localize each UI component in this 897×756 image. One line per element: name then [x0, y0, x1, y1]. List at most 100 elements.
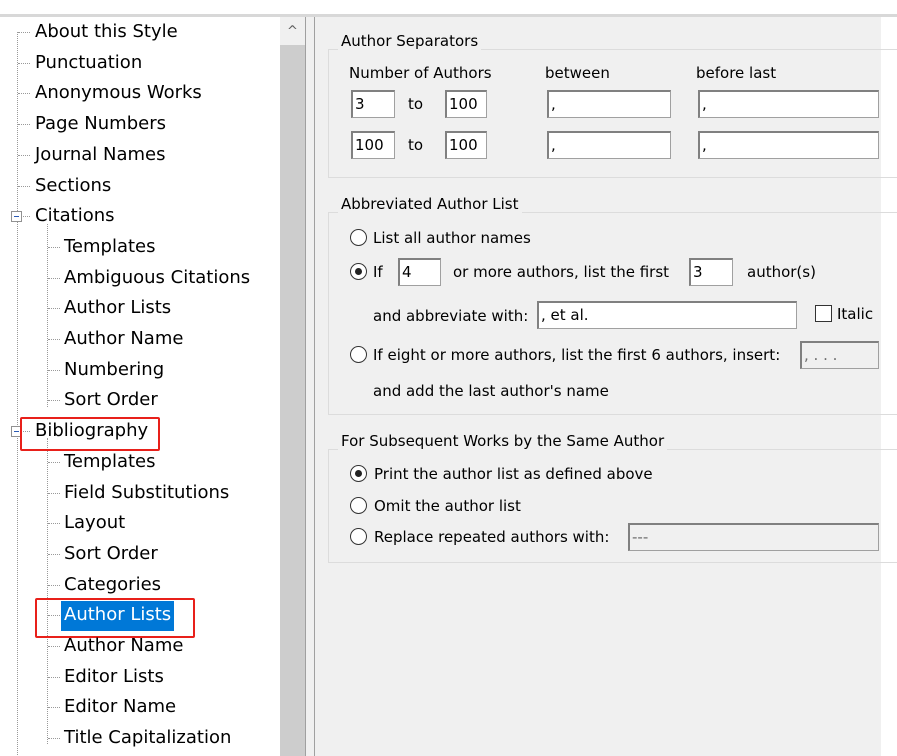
replace-authors-radio[interactable] [350, 528, 367, 545]
tree-connector [48, 400, 60, 402]
tree-connector [48, 707, 60, 709]
tree-connector [48, 738, 60, 740]
tree-item[interactable]: Sections [0, 172, 280, 202]
scroll-up-icon[interactable]: ^ [280, 17, 305, 45]
if-more-authors-radio[interactable] [350, 263, 367, 280]
omit-author-list-label: Omit the author list [374, 497, 521, 515]
tree-item-label: Templates [64, 450, 156, 472]
tree-connector [48, 523, 60, 525]
tree-item[interactable]: Field Substitutions [0, 479, 280, 509]
first-count-input[interactable]: 3 [689, 258, 733, 286]
print-author-list-label: Print the author list as defined above [374, 465, 653, 483]
tree-item[interactable]: Editor Lists [0, 663, 280, 693]
if-label: If [373, 263, 383, 281]
tree-item-label: Numbering [64, 358, 165, 380]
tree-item-label: Author Lists [64, 297, 172, 319]
tree-item[interactable]: Anonymous Works [0, 79, 280, 109]
tree-item[interactable]: Sort Order [0, 540, 280, 570]
tree-connector [48, 369, 60, 371]
tree-connector [48, 277, 60, 279]
tree-item-label: Journal Names [35, 143, 166, 165]
tree-item[interactable]: Punctuation [0, 49, 280, 79]
tree-item-label: Editor Name [64, 696, 177, 718]
tree-item-label: Layout [64, 512, 126, 534]
tree-item[interactable]: About this Style [0, 18, 280, 48]
italic-checkbox[interactable] [815, 305, 832, 322]
tree-item-label: Title Capitalization [64, 727, 232, 749]
to-authors-input-2[interactable]: 100 [445, 131, 487, 159]
from-authors-input-2[interactable]: 100 [351, 131, 395, 159]
tree-item[interactable]: Journal Names [0, 141, 280, 171]
before-last-input-1[interactable]: , [698, 90, 879, 118]
tree-item[interactable]: Author Name [0, 632, 280, 662]
abbreviate-label: and abbreviate with: [373, 307, 529, 325]
print-author-list-radio[interactable] [350, 465, 367, 482]
tree-connector [18, 62, 30, 64]
to-label: to [408, 136, 424, 154]
tree-connector [48, 308, 60, 310]
tree-connector [18, 124, 30, 126]
tree-connector [18, 154, 30, 156]
annotation-highlight-box [20, 417, 160, 452]
tree-connector [48, 246, 60, 248]
between-input-2[interactable]: , [547, 131, 671, 159]
add-last-label: and add the last author's name [373, 382, 609, 400]
tree-connector [48, 553, 60, 555]
between-label: between [545, 64, 610, 82]
tree-item-label: Templates [64, 235, 156, 257]
group-title: For Subsequent Works by the Same Author [338, 432, 668, 450]
replace-authors-label: Replace repeated authors with: [374, 528, 610, 546]
tree-connector [18, 32, 30, 33]
tree-item-label: Punctuation [35, 51, 143, 73]
tree-item-label: Categories [64, 573, 162, 595]
tree-item[interactable]: Editor Name [0, 693, 280, 723]
tree-connector [18, 185, 30, 187]
tree-connector [48, 492, 60, 494]
omit-author-list-radio[interactable] [350, 497, 367, 514]
tree-item[interactable]: Sort Order [0, 386, 280, 416]
number-of-authors-label: Number of Authors [349, 64, 492, 82]
tree-connector [48, 646, 60, 647]
tree-item-label: Author Name [64, 635, 184, 656]
style-tree[interactable]: About this Style Punctuation Anonymous Wor… [0, 17, 280, 756]
abbreviate-input[interactable]: , et al. [537, 301, 797, 329]
tree-item[interactable]: Citations [0, 202, 280, 232]
between-input-1[interactable]: , [547, 90, 671, 118]
tree-item[interactable]: Numbering [0, 356, 280, 386]
tree-item-label: Sort Order [64, 389, 158, 411]
insert-input[interactable]: , . . . [800, 341, 879, 369]
tree-item[interactable]: Templates [0, 233, 280, 263]
eight-or-more-radio[interactable] [350, 346, 367, 363]
tree-item-label: Sort Order [64, 542, 158, 564]
list-all-radio[interactable] [350, 229, 367, 246]
tree-item-label: Field Substitutions [64, 481, 230, 503]
tree-item[interactable]: Page Numbers [0, 110, 280, 140]
from-authors-input-1[interactable]: 3 [351, 90, 395, 118]
before-last-input-2[interactable]: , [698, 131, 879, 159]
authors-suffix-label: author(s) [747, 263, 816, 281]
tree-connector [48, 461, 60, 463]
tree-item[interactable]: Author Lists [0, 294, 280, 324]
tree-connector [48, 676, 60, 678]
tree-item[interactable]: Title Capitalization [0, 724, 280, 754]
tree-item[interactable]: Templates [0, 448, 280, 478]
tree-item[interactable]: Layout [0, 509, 280, 539]
tree-scrollbar[interactable]: ^ [280, 17, 305, 756]
tree-item-label: Citations [35, 205, 115, 227]
before-last-label: before last [696, 64, 777, 82]
list-all-label: List all author names [373, 229, 531, 247]
tree-item-label: Ambiguous Citations [64, 266, 251, 288]
tree-item-label: About this Style [35, 21, 178, 42]
tree-item[interactable]: Author Name [0, 325, 280, 355]
eight-or-more-label: If eight or more authors, list the first… [373, 346, 781, 364]
collapse-icon[interactable] [11, 211, 22, 223]
if-count-input[interactable]: 4 [398, 258, 441, 286]
group-title: Abbreviated Author List [338, 195, 522, 213]
tree-item[interactable]: Ambiguous Citations [0, 264, 280, 294]
to-label: to [408, 95, 424, 113]
tree-item[interactable]: Categories [0, 571, 280, 601]
to-authors-input-1[interactable]: 100 [445, 90, 487, 118]
pane-splitter[interactable] [305, 17, 315, 756]
tree-connector [48, 584, 60, 586]
replace-authors-input[interactable]: --- [628, 523, 879, 551]
